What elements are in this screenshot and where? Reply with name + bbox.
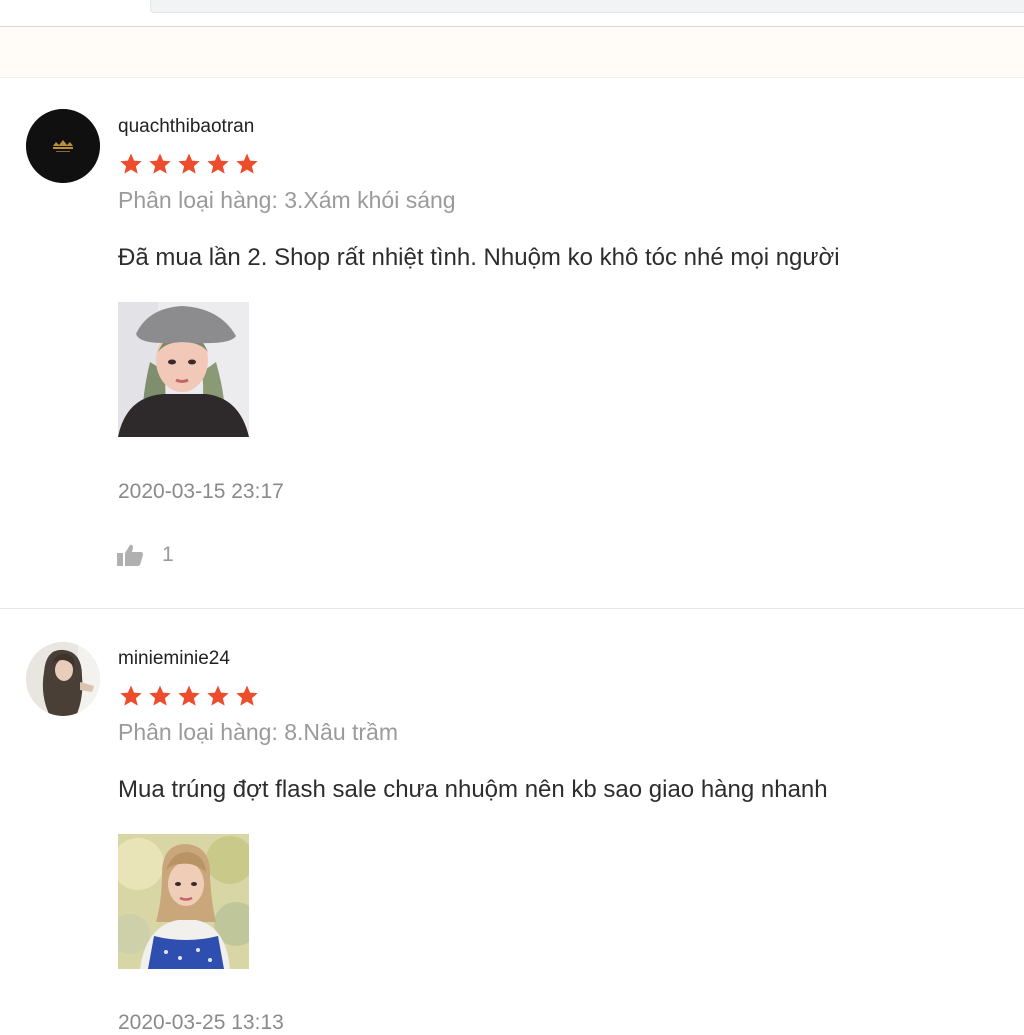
customer-photo-icon: [118, 302, 249, 437]
star-icon: [149, 153, 171, 174]
star-icon: [120, 685, 142, 706]
customer-photo-icon: [118, 834, 249, 969]
review-date: 2020-03-15 23:17: [118, 480, 284, 503]
user-photo-avatar-icon: [26, 642, 100, 716]
star-icon: [178, 153, 200, 174]
top-search-field[interactable]: [150, 0, 1024, 13]
review-username[interactable]: minieminie24: [118, 648, 230, 670]
star-icon: [178, 685, 200, 706]
star-icon: [207, 153, 229, 174]
star-icon: [149, 685, 171, 706]
like-count: 1: [162, 543, 174, 566]
product-variant: Phân loại hàng: 3.Xám khói sáng: [118, 187, 456, 213]
review-photo[interactable]: [118, 834, 249, 969]
review-comment: Đã mua lần 2. Shop rất nhiệt tình. Nhuộm…: [118, 244, 840, 271]
review-date: 2020-03-25 13:13: [118, 1011, 284, 1034]
star-icon: [236, 685, 258, 706]
user-avatar[interactable]: [26, 642, 100, 716]
star-icon: [236, 153, 258, 174]
star-rating: [118, 152, 260, 176]
top-bar: [0, 0, 1024, 27]
user-avatar[interactable]: [26, 109, 100, 183]
dark-logo-avatar-icon: [26, 109, 100, 183]
rating-filter-band: [0, 27, 1024, 78]
review-photo[interactable]: [118, 302, 249, 437]
thumbs-up-icon: [117, 544, 143, 566]
star-rating: [118, 684, 260, 708]
review-item: minieminie24 Phân loại hàng: 8.Nâu trầm …: [0, 610, 1024, 1034]
review-item: quachthibaotran Phân loại hàng: 3.Xám kh…: [0, 78, 1024, 609]
like-button[interactable]: 1: [116, 543, 174, 567]
star-icon: [207, 685, 229, 706]
star-icon: [120, 153, 142, 174]
product-variant: Phân loại hàng: 8.Nâu trầm: [118, 719, 399, 745]
review-comment: Mua trúng đợt flash sale chưa nhuộm nên …: [118, 776, 828, 803]
review-username[interactable]: quachthibaotran: [118, 116, 254, 138]
